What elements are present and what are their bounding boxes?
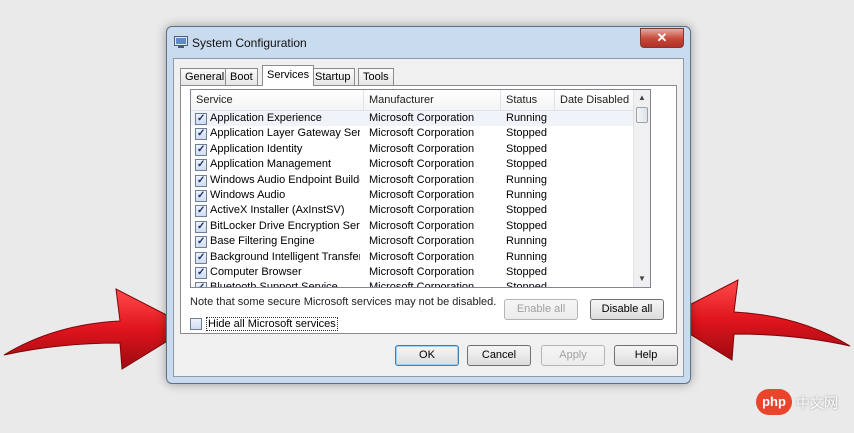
tab-general[interactable]: General [180, 68, 230, 85]
cancel-button[interactable]: Cancel [467, 345, 531, 366]
cell-service: ActiveX Installer (AxInstSV) [210, 204, 345, 217]
cell-manufacturer: Microsoft Corporation [369, 188, 475, 201]
hide-ms-checkbox-label[interactable]: Hide all Microsoft services [206, 317, 338, 331]
cell-manufacturer: Microsoft Corporation [369, 219, 475, 232]
service-checkbox[interactable] [195, 265, 207, 280]
table-row[interactable]: Computer Browser Microsoft Corporation Sto… [191, 265, 634, 280]
window-title: System Configuration [192, 36, 307, 50]
table-row[interactable]: Windows Audio Microsoft Corporation Runnin… [191, 188, 634, 203]
table-row[interactable]: Application Layer Gateway Service Microso… [191, 126, 634, 141]
service-checkbox[interactable] [195, 126, 207, 141]
cell-status: Stopped [506, 265, 547, 278]
table-row[interactable]: Windows Audio Endpoint Builder Microsoft … [191, 173, 634, 188]
cell-status: Running [506, 188, 547, 201]
php-logo-icon: php [756, 389, 792, 415]
service-checkbox[interactable] [195, 280, 207, 287]
help-button[interactable]: Help [614, 345, 678, 366]
service-checkbox[interactable] [195, 188, 207, 203]
php-cn-watermark: php 中文网 [756, 389, 846, 415]
scroll-thumb[interactable] [636, 107, 648, 123]
dialog-button-bar: OK Cancel Apply Help [174, 336, 683, 376]
dialog-client-area: General Boot Services Startup Tools Serv… [173, 58, 684, 377]
cell-status: Stopped [506, 127, 547, 140]
watermark-text: 中文网 [796, 395, 838, 411]
table-row[interactable]: Background Intelligent Transfer ... Micro… [191, 250, 634, 265]
cell-service: Windows Audio Endpoint Builder [210, 173, 360, 186]
table-row[interactable]: Application Experience Microsoft Corporat… [191, 111, 634, 127]
list-rows: Application Experience Microsoft Corporat… [191, 111, 634, 288]
cell-manufacturer: Microsoft Corporation [369, 204, 475, 217]
cell-manufacturer: Microsoft Corporation [369, 142, 475, 155]
msconfig-icon [174, 36, 188, 48]
apply-button[interactable]: Apply [541, 345, 605, 366]
cell-service: Computer Browser [210, 265, 302, 278]
cell-service: Bluetooth Support Service [210, 281, 338, 288]
tab-startup[interactable]: Startup [310, 68, 356, 85]
service-checkbox[interactable] [195, 250, 207, 265]
cell-manufacturer: Microsoft Corporation [369, 127, 475, 140]
table-row[interactable]: ActiveX Installer (AxInstSV) Microsoft Co… [191, 203, 634, 218]
column-header-service[interactable]: Service [191, 90, 364, 110]
column-header-status[interactable]: Status [501, 90, 555, 110]
column-header-manufacturer[interactable]: Manufacturer [364, 90, 501, 110]
disable-all-button[interactable]: Disable all [590, 299, 664, 320]
cell-status: Stopped [506, 204, 547, 217]
hide-ms-checkbox-box[interactable] [190, 318, 202, 330]
tab-tools[interactable]: Tools [358, 68, 394, 85]
cell-service: Background Intelligent Transfer ... [210, 250, 360, 263]
cell-manufacturer: Microsoft Corporation [369, 173, 475, 186]
cell-manufacturer: Microsoft Corporation [369, 265, 475, 278]
table-row[interactable]: Application Management Microsoft Corporat… [191, 157, 634, 172]
table-row[interactable]: Application Identity Microsoft Corporatio… [191, 142, 634, 157]
cell-manufacturer: Microsoft Corporation [369, 158, 475, 171]
cell-service: Application Identity [210, 142, 303, 155]
cell-status: Stopped [506, 281, 547, 288]
secure-services-note: Note that some secure Microsoft services… [190, 296, 497, 308]
cell-service: Windows Audio [210, 188, 286, 201]
service-checkbox[interactable] [195, 111, 207, 126]
service-checkbox[interactable] [195, 203, 207, 218]
cell-service: Application Experience [210, 112, 322, 124]
services-list[interactable]: Service Manufacturer Status Date Disable… [190, 89, 651, 288]
service-checkbox[interactable] [195, 234, 207, 249]
table-row[interactable]: Base Filtering Engine Microsoft Corporati… [191, 234, 634, 249]
cell-service: Application Management [210, 158, 332, 171]
tab-boot[interactable]: Boot [225, 68, 258, 85]
cell-status: Running [506, 112, 547, 124]
cell-manufacturer: Microsoft Corporation [369, 112, 475, 124]
cell-service: Base Filtering Engine [210, 235, 315, 248]
table-row[interactable]: BitLocker Drive Encryption Service Micros… [191, 219, 634, 234]
service-checkbox[interactable] [195, 173, 207, 188]
cell-status: Stopped [506, 142, 547, 155]
cell-status: Stopped [506, 219, 547, 232]
close-button[interactable]: ✕ [640, 28, 684, 48]
table-row[interactable]: Bluetooth Support Service Microsoft Corpo… [191, 280, 634, 288]
scroll-down-arrow-icon[interactable]: ▼ [634, 271, 650, 287]
ok-button[interactable]: OK [395, 345, 459, 366]
cell-status: Stopped [506, 158, 547, 171]
service-checkbox[interactable] [195, 219, 207, 234]
cell-status: Running [506, 235, 547, 248]
list-scrollbar[interactable]: ▲ ▼ [633, 90, 650, 287]
column-header-date-disabled[interactable]: Date Disabled [555, 90, 634, 110]
enable-all-button[interactable]: Enable all [504, 299, 578, 320]
cell-status: Running [506, 250, 547, 263]
cell-manufacturer: Microsoft Corporation [369, 281, 475, 288]
cell-status: Running [506, 173, 547, 186]
cell-manufacturer: Microsoft Corporation [369, 235, 475, 248]
left-red-arrow-icon [3, 288, 192, 370]
title-bar[interactable]: System Configuration ✕ [167, 27, 690, 57]
cell-service: BitLocker Drive Encryption Service [210, 219, 360, 232]
list-header: Service Manufacturer Status Date Disable… [191, 90, 634, 111]
tab-services[interactable]: Services [262, 65, 315, 86]
service-checkbox[interactable] [195, 157, 207, 172]
service-checkbox[interactable] [195, 142, 207, 157]
cell-manufacturer: Microsoft Corporation [369, 250, 475, 263]
scroll-up-arrow-icon[interactable]: ▲ [634, 90, 650, 106]
system-configuration-window: System Configuration ✕ General Boot Serv… [166, 26, 691, 384]
cell-service: Application Layer Gateway Service [210, 127, 360, 140]
